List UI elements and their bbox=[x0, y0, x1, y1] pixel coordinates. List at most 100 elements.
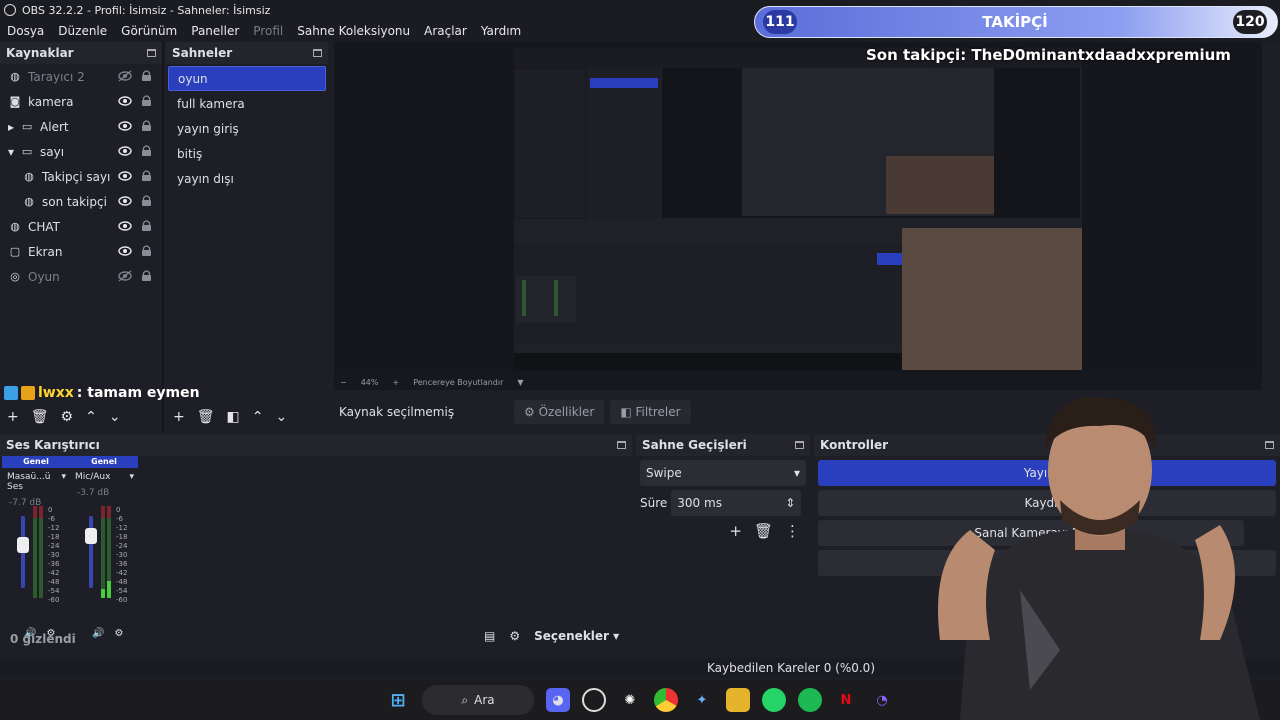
lock-icon[interactable] bbox=[141, 244, 152, 257]
chatgpt-icon[interactable]: ✺ bbox=[618, 688, 642, 712]
lock-icon[interactable] bbox=[141, 69, 152, 82]
scene-filter-icon[interactable]: ◧ bbox=[227, 409, 240, 425]
scale-tick: -24 bbox=[116, 542, 128, 550]
source-item[interactable]: ▢ Ekran bbox=[0, 239, 162, 264]
source-item[interactable]: ◍ Takipçi sayı bbox=[0, 164, 162, 189]
fader-knob[interactable] bbox=[17, 537, 29, 553]
menu-duzenle[interactable]: Düzenle bbox=[51, 24, 114, 38]
audio-mixer-dock: Ses Karıştırıcı Genel Masaü...ü Ses ▾ -7.7 … bbox=[0, 434, 632, 652]
eye-icon[interactable] bbox=[118, 245, 132, 257]
lock-icon[interactable] bbox=[141, 269, 152, 282]
spotify-icon[interactable] bbox=[798, 688, 822, 712]
menu-yardim[interactable]: Yardım bbox=[474, 24, 528, 38]
menu-gorunum[interactable]: Görünüm bbox=[114, 24, 184, 38]
remove-scene-button[interactable]: 🗑 bbox=[197, 409, 215, 425]
add-source-button[interactable]: + bbox=[7, 409, 19, 425]
search-label: Ara bbox=[474, 693, 495, 707]
source-item[interactable]: ◙ kamera bbox=[0, 89, 162, 114]
menu-araclar[interactable]: Araçlar bbox=[417, 24, 474, 38]
stepper-icon[interactable]: ⇕ bbox=[785, 496, 795, 510]
undock-icon[interactable] bbox=[147, 49, 156, 57]
obs-icon[interactable] bbox=[582, 688, 606, 712]
globe-icon: ◍ bbox=[10, 220, 20, 233]
lock-icon[interactable] bbox=[141, 144, 152, 157]
source-item[interactable]: ▾ ▭ sayı bbox=[0, 139, 162, 164]
scene-up-icon[interactable]: ⌃ bbox=[252, 409, 264, 425]
move-down-icon[interactable]: ⌄ bbox=[109, 409, 121, 425]
menu-dosya[interactable]: Dosya bbox=[0, 24, 51, 38]
eye-off-icon[interactable] bbox=[118, 270, 132, 282]
netflix-icon[interactable]: N bbox=[834, 688, 858, 712]
properties-button[interactable]: ⚙ Özellikler bbox=[514, 400, 605, 424]
channel-name-select[interactable]: Mic/Aux ▾ bbox=[70, 472, 138, 482]
file-explorer-icon[interactable] bbox=[726, 688, 750, 712]
mixer-options-button[interactable]: Seçenekler ▾ bbox=[534, 629, 619, 643]
lock-icon[interactable] bbox=[141, 119, 152, 132]
channel-settings-icon[interactable]: ⚙ bbox=[114, 628, 123, 639]
menu-paneller[interactable]: Paneller bbox=[184, 24, 246, 38]
source-item[interactable]: ◍ Tarayıcı 2 bbox=[0, 64, 162, 89]
zoom-in-button[interactable]: + bbox=[392, 378, 399, 387]
scene-item[interactable]: bitiş bbox=[168, 141, 326, 166]
transition-type-select[interactable]: Swipe ▾ bbox=[640, 460, 806, 486]
volume-fader[interactable] bbox=[17, 516, 29, 588]
source-item[interactable]: ◍ CHAT bbox=[0, 214, 162, 239]
menu-sahne-koleksiyonu[interactable]: Sahne Koleksiyonu bbox=[290, 24, 417, 38]
duration-input[interactable]: 300 ms ⇕ bbox=[671, 490, 802, 516]
filters-button[interactable]: ◧ Filtreler bbox=[610, 400, 691, 424]
gemini-icon[interactable]: ✦ bbox=[690, 688, 714, 712]
remove-transition-button[interactable]: 🗑 bbox=[754, 522, 773, 540]
app-icon[interactable]: ◔ bbox=[870, 688, 894, 712]
globe-icon: ◍ bbox=[24, 170, 34, 183]
eye-icon[interactable] bbox=[118, 195, 132, 207]
eye-icon[interactable] bbox=[118, 95, 132, 107]
expand-arrow-icon[interactable]: ▾ bbox=[8, 145, 14, 159]
eye-icon[interactable] bbox=[118, 170, 132, 182]
expand-arrow-icon[interactable]: ▸ bbox=[8, 120, 14, 134]
meter-clip-zone bbox=[101, 506, 105, 518]
fit-to-window[interactable]: Pencereye Boyutlandır bbox=[413, 378, 503, 387]
fader-knob[interactable] bbox=[85, 528, 97, 544]
lock-icon[interactable] bbox=[141, 219, 152, 232]
taskbar-search[interactable]: ⌕ Ara bbox=[422, 685, 534, 715]
lock-icon[interactable] bbox=[141, 194, 152, 207]
eye-icon[interactable] bbox=[118, 220, 132, 232]
scene-item[interactable]: yayın giriş bbox=[168, 116, 326, 141]
mixer-layout-icon[interactable]: ▤ bbox=[484, 629, 495, 643]
menu-profil[interactable]: Profil bbox=[246, 24, 290, 38]
eye-icon[interactable] bbox=[118, 145, 132, 157]
scene-item[interactable]: oyun bbox=[168, 66, 326, 91]
scene-item[interactable]: yayın dışı bbox=[168, 166, 326, 191]
mixer-settings-icon[interactable]: ⚙ bbox=[509, 629, 520, 643]
eye-icon[interactable] bbox=[118, 120, 132, 132]
transition-menu-icon[interactable]: ⋮ bbox=[785, 522, 800, 540]
speaker-icon[interactable]: 🔊 bbox=[92, 628, 104, 639]
chrome-icon[interactable] bbox=[654, 688, 678, 712]
source-settings-icon[interactable]: ⚙ bbox=[61, 409, 74, 425]
sources-title: Kaynaklar bbox=[6, 46, 74, 60]
source-item[interactable]: ◍ son takipçi bbox=[0, 189, 162, 214]
preview-zoom-bar: − 44% + Pencereye Boyutlandır ▼ bbox=[334, 374, 1262, 390]
source-item[interactable]: ▸ ▭ Alert bbox=[0, 114, 162, 139]
discord-icon[interactable]: ◕ bbox=[546, 688, 570, 712]
zoom-out-button[interactable]: − bbox=[340, 378, 347, 387]
lock-icon[interactable] bbox=[141, 94, 152, 107]
undock-icon[interactable] bbox=[617, 441, 626, 449]
channel-name-select[interactable]: Masaü...ü Ses ▾ bbox=[2, 472, 70, 492]
add-transition-button[interactable]: + bbox=[729, 522, 742, 540]
remove-source-button[interactable]: 🗑 bbox=[31, 409, 49, 425]
zoom-dropdown-icon[interactable]: ▼ bbox=[517, 378, 523, 387]
add-scene-button[interactable]: + bbox=[173, 409, 185, 425]
undock-icon[interactable] bbox=[795, 441, 804, 449]
eye-off-icon[interactable] bbox=[118, 70, 132, 82]
windows-start-icon[interactable]: ⊞ bbox=[386, 688, 410, 712]
scene-down-icon[interactable]: ⌄ bbox=[275, 409, 287, 425]
move-up-icon[interactable]: ⌃ bbox=[85, 409, 97, 425]
volume-fader[interactable] bbox=[85, 516, 97, 588]
scene-item[interactable]: full kamera bbox=[168, 91, 326, 116]
chat-username: lwxx bbox=[38, 385, 74, 401]
whatsapp-icon[interactable] bbox=[762, 688, 786, 712]
lock-icon[interactable] bbox=[141, 169, 152, 182]
source-item[interactable]: ◎ Oyun bbox=[0, 264, 162, 289]
undock-icon[interactable] bbox=[313, 49, 322, 57]
